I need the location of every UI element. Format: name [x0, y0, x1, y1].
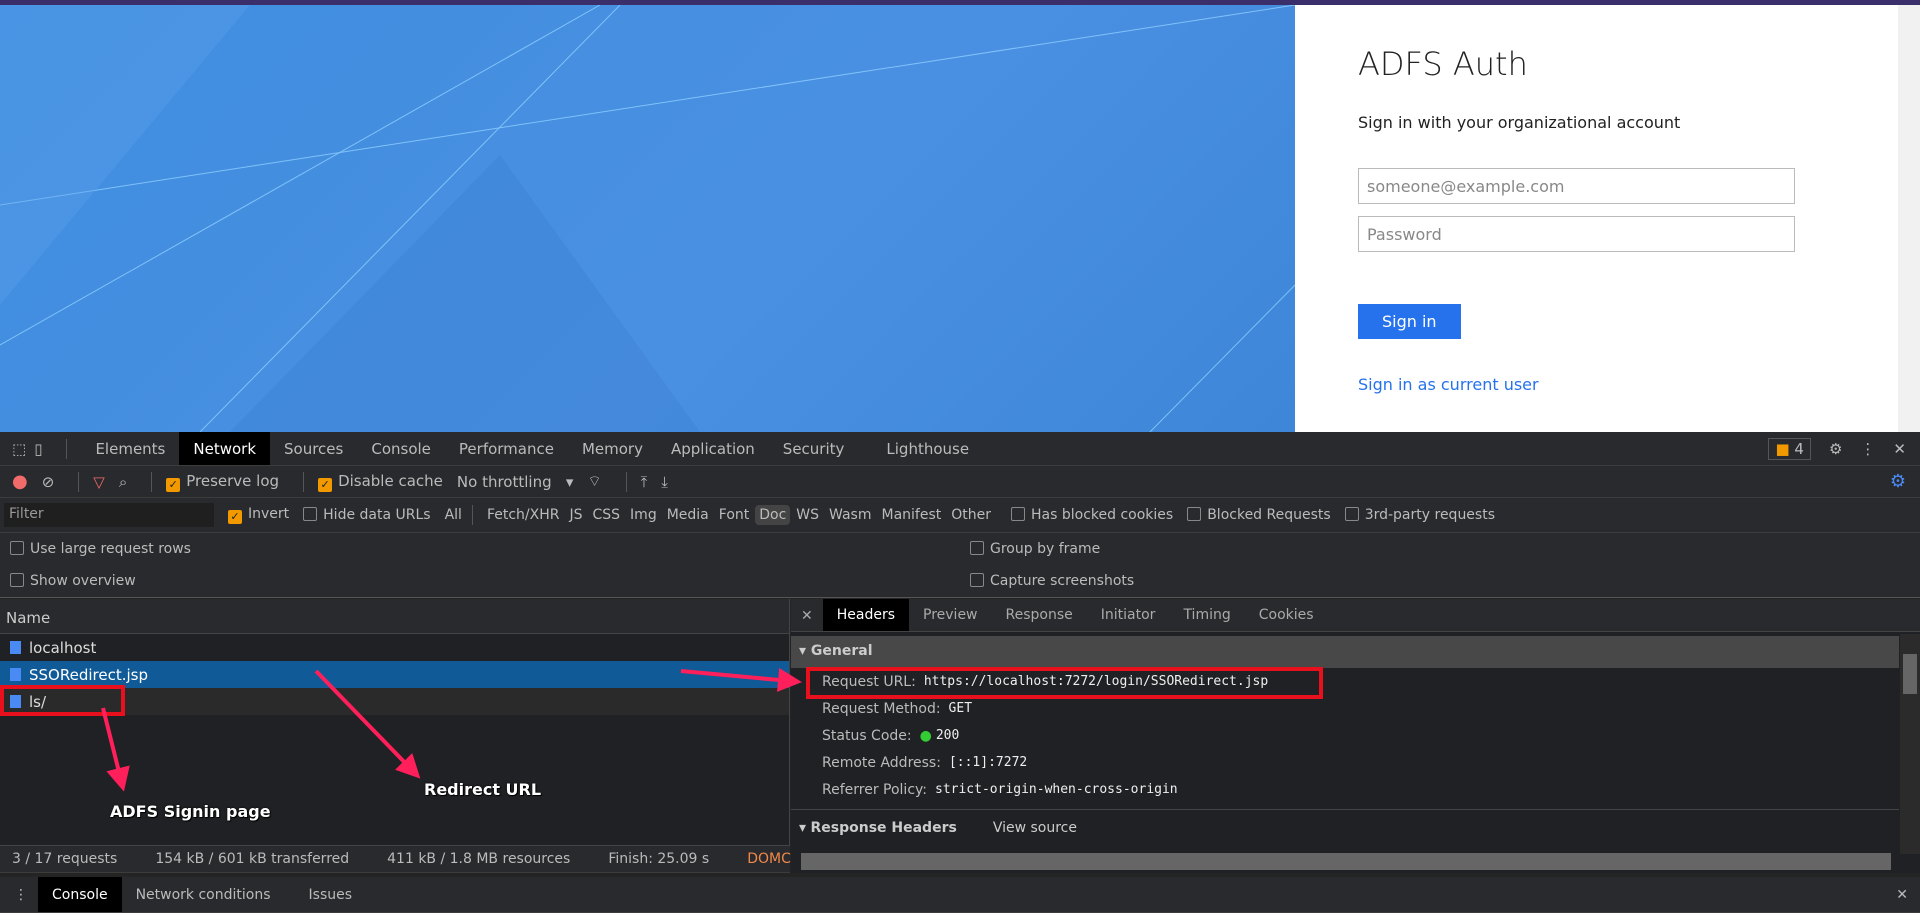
- annotation-box-url: [806, 667, 1323, 699]
- annotation-redirect-label: Redirect URL: [424, 780, 542, 799]
- annotation-signin-label: ADFS Signin page: [110, 802, 271, 821]
- arrow-signin: [101, 707, 130, 792]
- annotation-layer: [0, 667, 1323, 792]
- arrow-redirect: [314, 669, 421, 779]
- arrow-url: [680, 667, 802, 692]
